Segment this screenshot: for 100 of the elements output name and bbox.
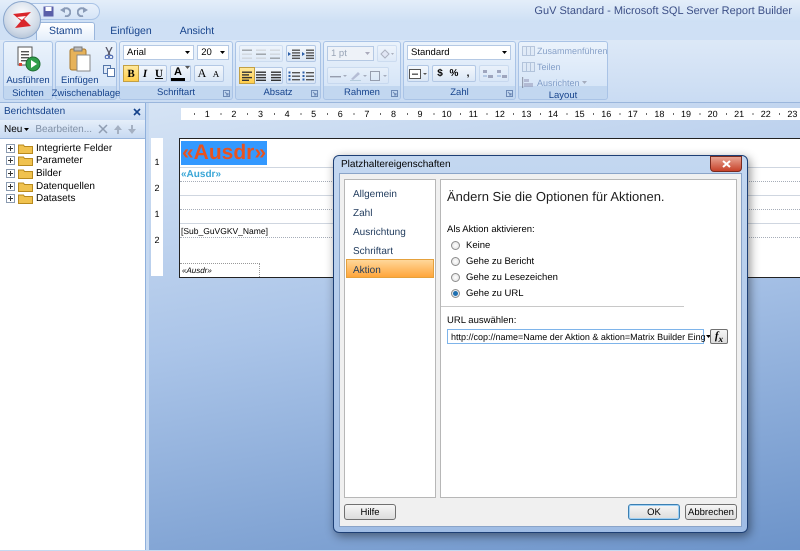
dialog-button[interactable]: Abbrechen — [685, 504, 737, 520]
text-align-button[interactable] — [240, 68, 254, 83]
indent-icon — [302, 48, 314, 58]
expand-icon[interactable] — [6, 156, 15, 166]
align-lines-icon — [269, 70, 281, 80]
page-nav-item[interactable]: Ausrichtung — [346, 221, 434, 240]
folder-icon — [18, 155, 33, 166]
new-button[interactable]: Neu — [4, 124, 30, 134]
caret-icon — [185, 66, 190, 69]
launcher-icon — [223, 90, 230, 97]
undo-icon[interactable] — [60, 6, 71, 16]
scissors-icon[interactable] — [102, 47, 115, 59]
caret-icon — [220, 51, 225, 54]
close-icon[interactable] — [133, 108, 141, 116]
close-button[interactable] — [710, 156, 742, 172]
list-icon — [302, 70, 314, 80]
dialog-title: Platzhaltereigenschaften — [341, 159, 451, 170]
radio-label[interactable]: Gehe zu Bericht — [466, 256, 534, 267]
ruler-number: 9 — [416, 109, 424, 119]
tree-item[interactable]: Bilder — [36, 168, 62, 179]
field-placeholder[interactable]: [Sub_GuVGKV_Name] — [181, 226, 268, 236]
launcher-icon — [311, 90, 318, 97]
redo-icon[interactable] — [77, 6, 88, 16]
decimal-icon — [496, 68, 506, 78]
radio-button[interactable] — [451, 241, 460, 250]
tree-item[interactable]: Parameter — [36, 155, 83, 166]
expand-icon[interactable] — [6, 168, 15, 178]
expand-icon[interactable] — [6, 144, 15, 153]
align-lines-icon — [241, 48, 253, 58]
list-icon — [288, 70, 300, 80]
ribbon-tab[interactable]: Einfügen — [97, 22, 165, 40]
launcher-icon — [391, 90, 398, 97]
folder-icon — [18, 193, 33, 204]
paste-button[interactable]: Einfügen — [59, 45, 101, 87]
font-style-button[interactable]: B — [124, 66, 138, 81]
shrink-font-button[interactable]: A — [209, 66, 223, 81]
ruler-number: 21 — [733, 109, 746, 119]
caret-icon — [706, 335, 711, 338]
ruler-number: 4 — [284, 109, 291, 119]
caret-icon — [365, 52, 370, 55]
tree-item[interactable]: Integrierte Felder — [36, 142, 112, 154]
number-symbol-button[interactable]: , — [461, 66, 475, 81]
folder-icon — [18, 180, 33, 192]
ruler-number: 1 — [154, 209, 160, 219]
page-nav-item[interactable]: Allgemein — [346, 183, 434, 202]
launcher-icon — [506, 90, 513, 97]
ribbon-tab[interactable]: Stamm — [36, 22, 96, 40]
ruler-number: 3 — [256, 109, 264, 119]
number-symbol-button[interactable]: % — [447, 66, 461, 81]
radio-button[interactable] — [451, 273, 460, 282]
footer-textbox[interactable]: «Ausdr» — [180, 263, 260, 277]
font-size-field[interactable]: 20 — [197, 45, 229, 60]
group-label: Sichten — [12, 88, 44, 98]
expand-icon[interactable] — [6, 182, 15, 191]
ruler-number: 18 — [653, 109, 666, 119]
number-format-icon — [409, 68, 427, 78]
expression-button[interactable]: f$_{x}$ — [710, 329, 728, 344]
table-cells-icon — [522, 45, 535, 56]
caret-icon — [582, 81, 587, 84]
number-symbol-button[interactable]: $ — [433, 66, 447, 81]
ruler-number: 1 — [154, 157, 160, 167]
ribbon-tab[interactable]: Ansicht — [166, 22, 228, 40]
expand-icon[interactable] — [6, 194, 15, 204]
page-nav-item[interactable]: Zahl — [346, 202, 434, 221]
ruler-number: 13 — [520, 109, 532, 119]
caret-icon — [24, 128, 30, 130]
group-label: Rahmen — [344, 86, 380, 98]
folder-icon — [18, 168, 33, 179]
border-icon — [369, 70, 387, 80]
number-format-field[interactable]: Standard — [407, 45, 511, 60]
tree-item[interactable]: Datenquellen — [36, 180, 95, 192]
page-nav-item[interactable]: Schriftart — [346, 240, 434, 259]
page-nav-item[interactable]: Aktion — [346, 259, 434, 278]
radio-button[interactable] — [451, 257, 460, 266]
radio-label[interactable]: Gehe zu Lesezeichen — [466, 272, 558, 283]
dialog-button[interactable]: Hilfe — [344, 504, 396, 520]
font-style-button[interactable]: I — [138, 66, 152, 81]
radio-button[interactable] — [451, 289, 460, 298]
save-icon[interactable] — [43, 6, 54, 16]
run-button[interactable]: Ausführen — [4, 45, 52, 87]
logo-icon — [11, 10, 33, 30]
ruler-number: 20 — [706, 109, 719, 119]
font-name-field[interactable]: Arial — [123, 45, 194, 60]
dialog-button[interactable]: OK — [628, 504, 680, 520]
font-style-button[interactable]: U — [152, 66, 166, 81]
radio-label[interactable]: Keine — [466, 240, 490, 251]
grow-font-button[interactable]: A — [195, 66, 209, 81]
ruler-number: 15 — [574, 109, 586, 119]
tree-item[interactable]: Datasets — [36, 193, 76, 204]
field-label: URL auswählen: — [447, 315, 518, 326]
group-label: Absatz — [263, 86, 293, 98]
ruler-number: 12 — [494, 109, 506, 119]
folder-icon — [18, 142, 33, 154]
ruler-number: 22 — [760, 109, 772, 119]
radio-label[interactable]: Gehe zu URL — [466, 288, 524, 299]
close-icon — [722, 160, 730, 168]
ruler-number: 16 — [600, 109, 612, 119]
copy-icon[interactable] — [102, 65, 115, 77]
ruler-number: 2 — [154, 235, 160, 245]
ruler-number: 8 — [390, 109, 397, 119]
